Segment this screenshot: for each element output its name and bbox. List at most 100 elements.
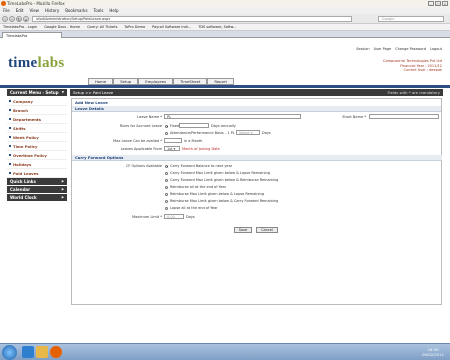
menu-edit[interactable]: Edit xyxy=(16,7,24,14)
sidebar: Current Menu - Setup ▼ Company Branch Dep… xyxy=(7,89,67,202)
leave-name-input[interactable]: PL xyxy=(164,114,301,119)
url-bar[interactable]: ufpd/Administration/Setup/PaidLeave.aspx xyxy=(32,16,352,22)
user-page-link[interactable]: User Page xyxy=(374,47,392,51)
sidebar-item-overtime-policy[interactable]: Overtime Policy xyxy=(7,151,67,160)
max-leave-suffix: in a Month xyxy=(184,139,203,143)
forward-icon[interactable]: › xyxy=(9,16,15,22)
reload-icon[interactable]: ↻ xyxy=(16,16,22,22)
bookmark-item[interactable]: Query: All Tickets xyxy=(87,24,117,30)
calendar-header[interactable]: Calendar ▶ xyxy=(7,186,67,193)
sidebar-item-shifts[interactable]: Shifts xyxy=(7,124,67,133)
cf-options-label: CF Options Available xyxy=(125,164,162,168)
top-links: Session User Page Change Password Logout xyxy=(356,47,442,51)
window-title: TimeLabsPro - Mozilla Firefox xyxy=(7,1,65,6)
session-link[interactable]: Session xyxy=(356,47,369,51)
attendance-select[interactable]: Select ▾ xyxy=(236,130,260,135)
breadcrumb-path: Setup >> Paid Leave xyxy=(73,90,114,95)
save-button[interactable]: Save xyxy=(234,227,252,233)
sidebar-item-company[interactable]: Company xyxy=(7,97,67,106)
nav-timesheet[interactable]: TimeSheet xyxy=(173,78,208,85)
change-password-link[interactable]: Change Password xyxy=(395,47,426,51)
bookmark-item[interactable]: ToPro Demo xyxy=(124,24,145,30)
applicable-from-select[interactable]: 1st ▾ xyxy=(164,146,180,151)
start-button[interactable] xyxy=(2,345,17,360)
cf-option-radio[interactable] xyxy=(165,164,168,168)
menu-history[interactable]: History xyxy=(45,7,59,14)
applicable-from-suffix: Month of Joining Date xyxy=(182,147,220,151)
menu-tools[interactable]: Tools xyxy=(94,7,104,14)
world-clock-header[interactable]: World Clock ▶ xyxy=(7,194,67,201)
folder-icon[interactable] xyxy=(36,346,48,358)
fixed-days-suffix: Days annually xyxy=(211,124,236,128)
search-input[interactable]: Google xyxy=(378,16,444,22)
menu-help[interactable]: Help xyxy=(109,7,118,14)
menu-view[interactable]: View xyxy=(29,7,39,14)
cancel-button[interactable]: Cancel xyxy=(256,227,278,233)
chevron-right-icon: ▶ xyxy=(61,179,64,183)
applicable-from-label: Leaves Applicable From xyxy=(120,147,162,151)
add-leave-form: Add New Leave Leave Details Leave Name *… xyxy=(71,98,442,305)
breadcrumb: Setup >> Paid Leave Fields with * are ma… xyxy=(70,89,443,96)
cf-option-radio[interactable] xyxy=(165,199,168,203)
timelabs-logo: timelabs xyxy=(8,55,65,71)
nav-report[interactable]: Report xyxy=(207,78,234,85)
taskbar: 16:30 09/02/2011 xyxy=(0,343,450,360)
sidebar-item-week-policy[interactable]: Week Policy xyxy=(7,133,67,142)
max-leave-label: Max Leave Can be availed * xyxy=(113,139,162,143)
cf-option-radio[interactable] xyxy=(165,206,168,210)
form-title: Add New Leave xyxy=(72,99,441,106)
mandatory-note: Fields with * are mandatory xyxy=(387,90,440,95)
company-name: Compuserve Technologies Pvt Ltd xyxy=(383,59,442,63)
cf-option-radio[interactable] xyxy=(165,171,168,175)
cf-option-label: Reimburse Max Limit given below & Carry … xyxy=(170,199,279,203)
nav-employees[interactable]: Employees xyxy=(138,78,174,85)
short-name-label: Short Name * xyxy=(342,115,366,119)
sidebar-item-branch[interactable]: Branch xyxy=(7,106,67,115)
attendance-days-suffix: Days xyxy=(262,131,271,135)
nav-setup[interactable]: Setup xyxy=(113,78,139,85)
chevron-right-icon: ▶ xyxy=(61,195,64,199)
carry-forward-title: Carry Forward Options xyxy=(72,155,442,161)
cf-option-radio[interactable] xyxy=(165,192,168,196)
window-controls: – □ × xyxy=(428,1,448,6)
maximum-limit-input[interactable]: 0.00 xyxy=(164,214,184,219)
current-menu-header[interactable]: Current Menu - Setup ▼ xyxy=(7,89,67,96)
accrued-rules-label: Rules for Accrued Leave xyxy=(119,124,162,128)
cf-option-label: Reimburse Max Limit given below & Lapse … xyxy=(170,192,264,196)
menu-file[interactable]: File xyxy=(3,7,10,14)
bookmark-item[interactable]: TimelabsPro - Login xyxy=(3,24,37,30)
logout-link[interactable]: Logout xyxy=(430,47,442,51)
firefox-icon[interactable] xyxy=(50,346,62,358)
attendance-radio[interactable] xyxy=(165,131,168,135)
close-icon[interactable]: × xyxy=(442,1,448,6)
cf-option-radio[interactable] xyxy=(165,185,168,189)
maximize-icon[interactable]: □ xyxy=(435,1,441,6)
sidebar-item-holidays[interactable]: Holidays xyxy=(7,160,67,169)
main-nav: Home Setup Employees TimeSheet Report xyxy=(88,78,234,85)
menu-bar: File Edit View History Bookmarks Tools H… xyxy=(0,7,450,14)
sidebar-item-time-policy[interactable]: Time Policy xyxy=(7,142,67,151)
menu-bookmarks[interactable]: Bookmarks xyxy=(65,7,87,14)
short-name-input[interactable] xyxy=(369,114,439,119)
minimize-icon[interactable]: – xyxy=(428,1,434,6)
cf-option-radio[interactable] xyxy=(165,178,168,182)
bookmark-item[interactable]: Google Docs - Home xyxy=(44,24,80,30)
back-icon[interactable]: ‹ xyxy=(2,16,8,22)
sidebar-item-departments[interactable]: Departments xyxy=(7,115,67,124)
fixed-days-input[interactable] xyxy=(179,123,209,128)
nav-home[interactable]: Home xyxy=(88,78,114,85)
cf-option-label: Reimburse all at the end of Year xyxy=(170,185,227,189)
leave-name-label: Leave Name * xyxy=(137,115,162,119)
max-leave-input[interactable] xyxy=(164,138,182,143)
system-clock[interactable]: 16:30 09/02/2011 xyxy=(422,347,444,357)
bookmark-item[interactable]: TDS software, Softw... xyxy=(198,24,236,30)
quick-links-header[interactable]: Quick Links ▶ xyxy=(7,178,67,185)
header-divider xyxy=(0,85,450,88)
home-icon[interactable]: ⌂ xyxy=(23,16,29,22)
chevron-right-icon: ▶ xyxy=(61,187,64,191)
ie-icon[interactable] xyxy=(22,346,34,358)
bookmark-item[interactable]: Payroll Software Indi... xyxy=(152,24,191,30)
firefox-icon xyxy=(1,1,6,6)
sidebar-item-paid-leaves[interactable]: Paid Leaves xyxy=(7,169,67,178)
fixed-radio[interactable] xyxy=(165,124,168,128)
